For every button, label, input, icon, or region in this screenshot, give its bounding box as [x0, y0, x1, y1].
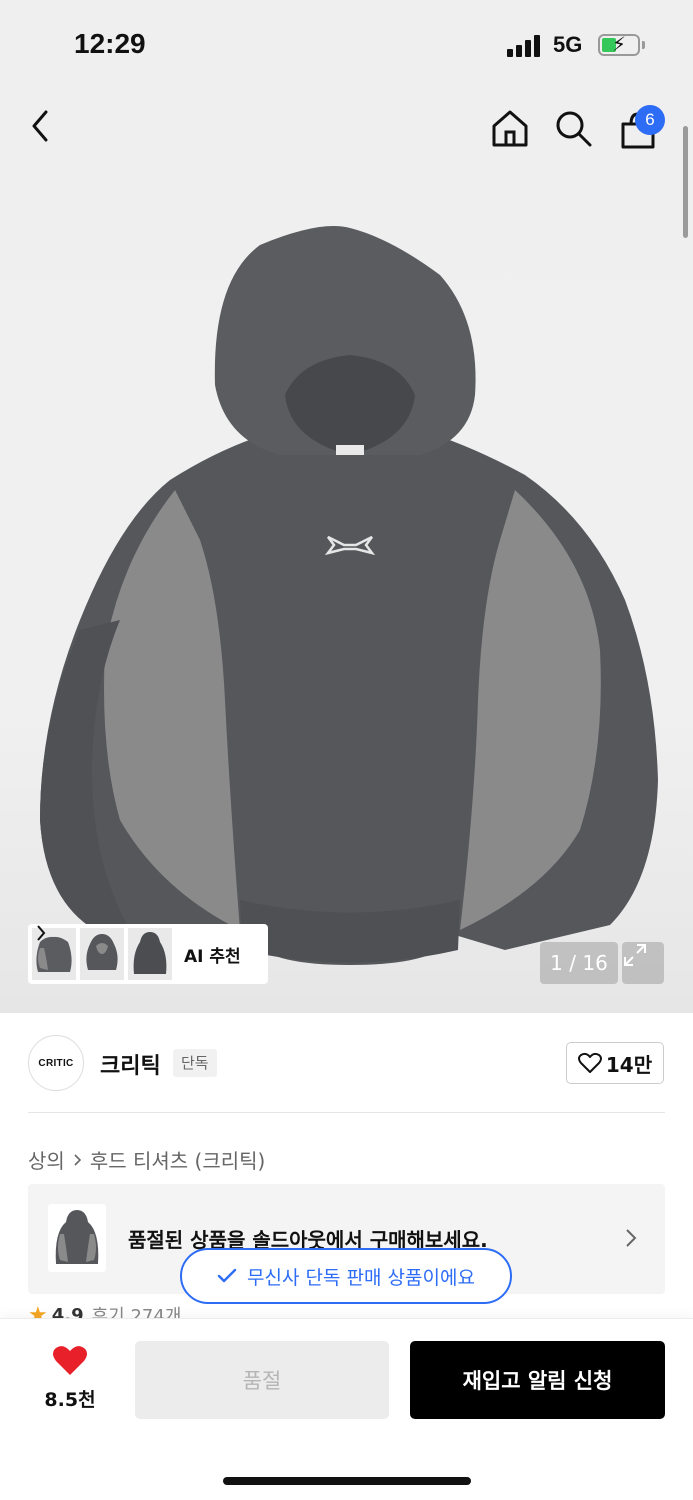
home-button[interactable] [490, 108, 534, 152]
brand-like-count: 14만 [605, 1052, 653, 1077]
heart-outline-icon [577, 1052, 602, 1073]
battery-cap [642, 41, 645, 49]
chevron-left-icon [32, 110, 48, 142]
home-indicator [223, 1477, 471, 1485]
brand-logo[interactable]: CRITIC [28, 1035, 84, 1091]
breadcrumb-category[interactable]: 상의 [28, 1145, 65, 1174]
fullscreen-button[interactable] [622, 942, 664, 984]
ai-recommend-button[interactable]: AI 추천 [28, 924, 268, 984]
chevron-right-icon [37, 925, 46, 941]
brand-name[interactable]: 크리틱 [100, 1048, 161, 1080]
favorite-button[interactable]: 8.5천 [30, 1345, 110, 1412]
ai-recommend-label: AI 추천 [184, 946, 241, 967]
scrollbar[interactable] [683, 126, 688, 238]
search-button[interactable] [553, 108, 597, 152]
exclusive-badge: 단독 [173, 1049, 217, 1077]
signal-icon [507, 35, 543, 57]
soldout-button[interactable]: 품절 [135, 1341, 389, 1419]
battery-icon: ⚡ [598, 33, 640, 56]
status-bar: 12:29 5G ⚡ [0, 0, 693, 95]
heart-filled-icon [53, 1346, 87, 1375]
chevron-right-icon [626, 1229, 637, 1247]
network-type: 5G [553, 32, 583, 57]
breadcrumb: 상의 후드 티셔츠 (크리틱) [28, 1145, 265, 1174]
back-button[interactable] [28, 108, 72, 152]
toast-text: 무신사 단독 판매 상품이에요 [247, 1266, 475, 1289]
exclusive-toast: 무신사 단독 판매 상품이에요 [180, 1248, 512, 1304]
brand-row: CRITIC 크리틱 단독 14만 [28, 1035, 665, 1091]
ai-thumbnail [80, 928, 124, 980]
check-icon [217, 1268, 237, 1283]
restock-alert-button[interactable]: 재입고 알림 신청 [410, 1341, 665, 1419]
breadcrumb-subcategory[interactable]: 후드 티셔츠 (크리틱) [90, 1145, 266, 1174]
status-time: 12:29 [74, 28, 146, 59]
soldout-thumbnail [48, 1204, 106, 1272]
cart-count-badge: 6 [635, 105, 665, 135]
favorite-count: 8.5천 [44, 1389, 96, 1411]
brand-like-button[interactable]: 14만 [566, 1042, 664, 1084]
home-icon [492, 110, 528, 147]
bottom-action-bar: 8.5천 품절 재입고 알림 신청 [0, 1318, 693, 1500]
divider [28, 1112, 665, 1113]
expand-icon [624, 944, 646, 966]
chevron-right-icon [73, 1153, 82, 1167]
product-image-gallery[interactable]: 6 AI 추천 1 / 16 [0, 0, 693, 1013]
image-counter: 1 / 16 [540, 942, 618, 984]
ai-thumbnail [128, 928, 172, 980]
search-icon [556, 111, 592, 147]
